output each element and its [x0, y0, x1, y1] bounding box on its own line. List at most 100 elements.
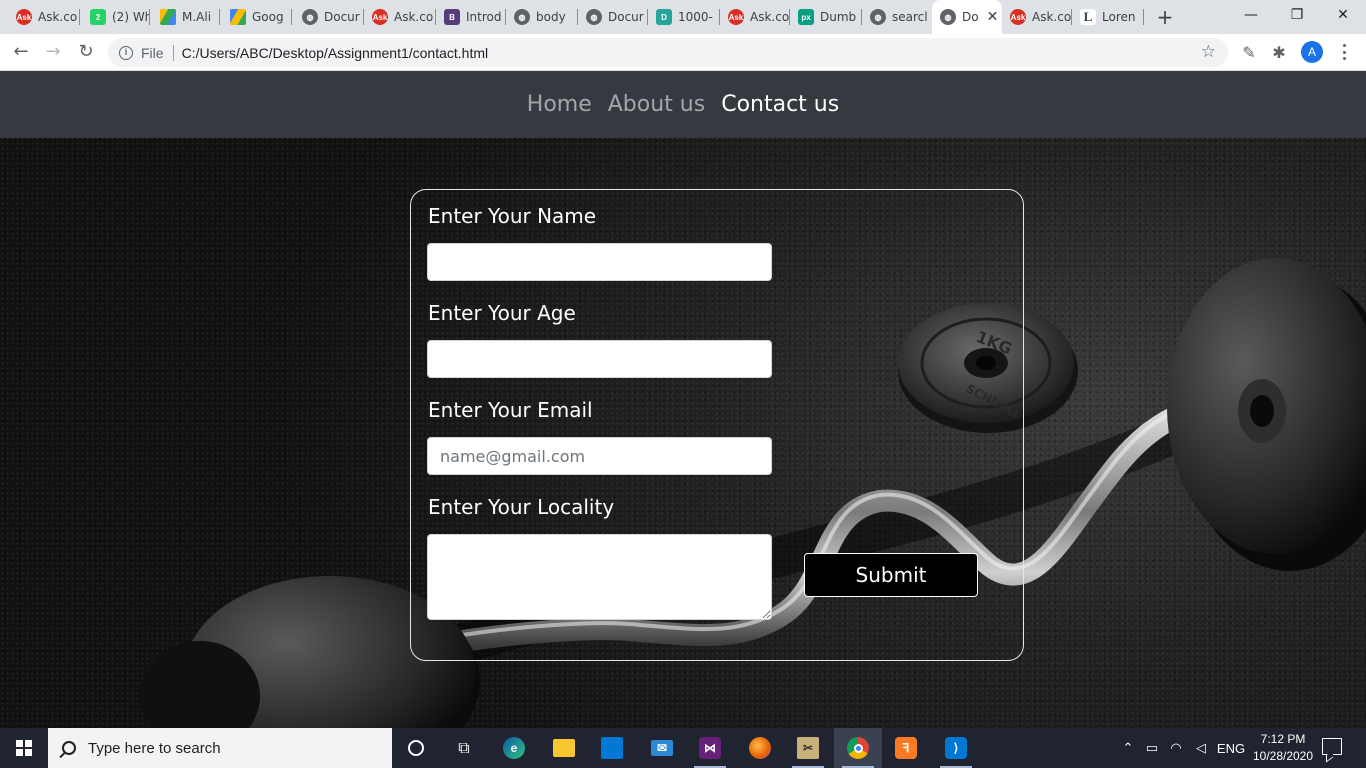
browser-tab[interactable]: ◍ Docur [292, 0, 364, 34]
clock[interactable]: 7:12 PM 10/28/2020 [1248, 731, 1318, 765]
right-weight-plate [1167, 258, 1366, 571]
page-viewport: 1KG SCHNELL Home About us Contact us Ent… [0, 71, 1366, 728]
reload-button[interactable]: ↻ [73, 40, 99, 64]
tab-title: (2) Wh [112, 10, 150, 24]
browser-tab[interactable]: px Dumb [790, 0, 862, 34]
tab-title: M.Ali [182, 10, 212, 24]
taskbar-search-box[interactable]: Type here to search [48, 728, 392, 768]
tab-title: searcl [892, 10, 928, 24]
windows-logo-icon [16, 740, 32, 756]
new-tab-button[interactable]: + [1154, 4, 1176, 30]
visual-studio-icon[interactable]: ⋈ [686, 728, 734, 768]
ask-icon: Ask [728, 9, 744, 25]
browser-tab[interactable]: ◍ Docur [578, 0, 648, 34]
l-icon: L [1080, 9, 1096, 25]
locality-label: Enter Your Locality [428, 495, 615, 519]
tab-title: Loren [1102, 10, 1136, 24]
extensions-puzzle-icon[interactable]: ✱ [1268, 42, 1290, 64]
browser-tab-active[interactable]: ◍ Do ✕ [932, 0, 1002, 34]
browser-toolbar: ← → ↻ i File C:/Users/ABC/Desktop/Assign… [0, 34, 1366, 71]
pexels-icon: px [798, 9, 814, 25]
mail-icon[interactable]: ✉ [638, 728, 686, 768]
firefox-icon[interactable] [736, 728, 784, 768]
browser-tab[interactable]: 2 (2) Wh [80, 0, 150, 34]
browser-tab[interactable]: L Loren [1072, 0, 1144, 34]
email-input[interactable] [427, 437, 772, 475]
xampp-icon[interactable]: ꟻ [882, 728, 930, 768]
globe-icon: ◍ [940, 9, 956, 25]
drive-icon [160, 9, 176, 25]
file-explorer-icon[interactable] [540, 728, 588, 768]
browser-tab[interactable]: ◍ body [506, 0, 578, 34]
divider [172, 44, 174, 61]
locality-textarea[interactable] [427, 534, 772, 620]
task-view-icon[interactable]: ⧉ [440, 728, 488, 768]
browser-tab[interactable]: ◍ searcl [862, 0, 932, 34]
submit-button[interactable]: Submit [804, 553, 978, 597]
nav-link-home[interactable]: Home [519, 92, 600, 117]
ask-icon: Ask [16, 9, 32, 25]
name-input[interactable] [427, 243, 772, 281]
globe-icon: ◍ [586, 9, 602, 25]
browser-tab[interactable]: D 1000- [648, 0, 720, 34]
globe-icon: ◍ [302, 9, 318, 25]
site-navbar: Home About us Contact us [0, 71, 1366, 138]
tab-title: body [536, 10, 566, 24]
store-icon[interactable] [588, 728, 636, 768]
email-label: Enter Your Email [428, 398, 593, 422]
browser-tab[interactable]: Goog [220, 0, 292, 34]
tab-title: Docur [608, 10, 644, 24]
scheme-label: File [141, 44, 164, 61]
d-icon: D [656, 9, 672, 25]
tab-title: Docur [324, 10, 360, 24]
tab-title: Introd [466, 10, 502, 24]
profile-avatar[interactable]: A [1301, 41, 1323, 63]
ask-icon: Ask [372, 9, 388, 25]
browser-tab[interactable]: B Introd [436, 0, 506, 34]
edge-icon[interactable]: e [490, 728, 538, 768]
info-icon[interactable]: i [119, 45, 133, 60]
tab-title: Ask.co [394, 10, 434, 24]
browser-menu-icon[interactable] [1340, 40, 1348, 64]
search-icon [62, 741, 76, 755]
browser-tab[interactable]: Ask Ask.co [364, 0, 436, 34]
tab-title: Ask.co [750, 10, 790, 24]
nav-link-contact[interactable]: Contact us [713, 92, 847, 117]
browser-tab[interactable]: M.Ali [150, 0, 220, 34]
windows-taskbar: Type here to search ⧉ e ✉ ⋈ ✂ ꟻ ⟩ ⌃ ▭ ◠ … [0, 728, 1366, 768]
start-button[interactable] [0, 728, 48, 768]
battery-icon[interactable]: ▭ [1142, 728, 1162, 768]
close-tab-icon[interactable]: ✕ [987, 9, 999, 25]
browser-tab[interactable]: Ask Ask.co [1002, 0, 1072, 34]
bookmark-star-icon[interactable]: ☆ [1201, 42, 1216, 62]
search-placeholder: Type here to search [88, 739, 221, 757]
forward-button[interactable]: → [40, 40, 66, 64]
drive-icon [230, 9, 246, 25]
contact-form: Enter Your Name Enter Your Age Enter You… [410, 189, 1024, 661]
pen-extension-icon[interactable]: ✎ [1238, 42, 1260, 64]
vscode-icon[interactable]: ⟩ [932, 728, 980, 768]
age-input[interactable] [427, 340, 772, 378]
globe-icon: ◍ [514, 9, 530, 25]
tab-title: 1000- [678, 10, 713, 24]
close-window-button[interactable]: ✕ [1320, 0, 1366, 30]
wifi-icon[interactable]: ◠ [1166, 728, 1186, 768]
tools-icon[interactable]: ✂ [784, 728, 832, 768]
volume-icon[interactable]: ◁ [1190, 728, 1212, 768]
url-text[interactable]: C:/Users/ABC/Desktop/Assignment1/contact… [182, 45, 489, 61]
show-hidden-icons-chevron-icon[interactable]: ⌃ [1118, 728, 1138, 768]
maximize-button[interactable]: ❐ [1274, 0, 1320, 30]
browser-tab[interactable]: Ask Ask.co [0, 0, 80, 34]
chrome-icon[interactable] [834, 728, 882, 768]
minimize-button[interactable]: — [1228, 0, 1274, 30]
browser-tab-strip: Ask Ask.co 2 (2) Wh M.Ali Goog ◍ Docur A… [0, 0, 1366, 34]
cortana-icon[interactable] [392, 728, 440, 768]
notification-center-icon[interactable] [1322, 738, 1342, 755]
language-indicator[interactable]: ENG [1214, 728, 1248, 768]
clock-time: 7:12 PM [1260, 732, 1306, 746]
nav-link-about[interactable]: About us [600, 92, 713, 117]
tab-title: Ask.co [1032, 10, 1072, 24]
address-bar[interactable]: i File C:/Users/ABC/Desktop/Assignment1/… [108, 38, 1228, 67]
back-button[interactable]: ← [8, 40, 34, 64]
browser-tab[interactable]: Ask Ask.co [720, 0, 790, 34]
